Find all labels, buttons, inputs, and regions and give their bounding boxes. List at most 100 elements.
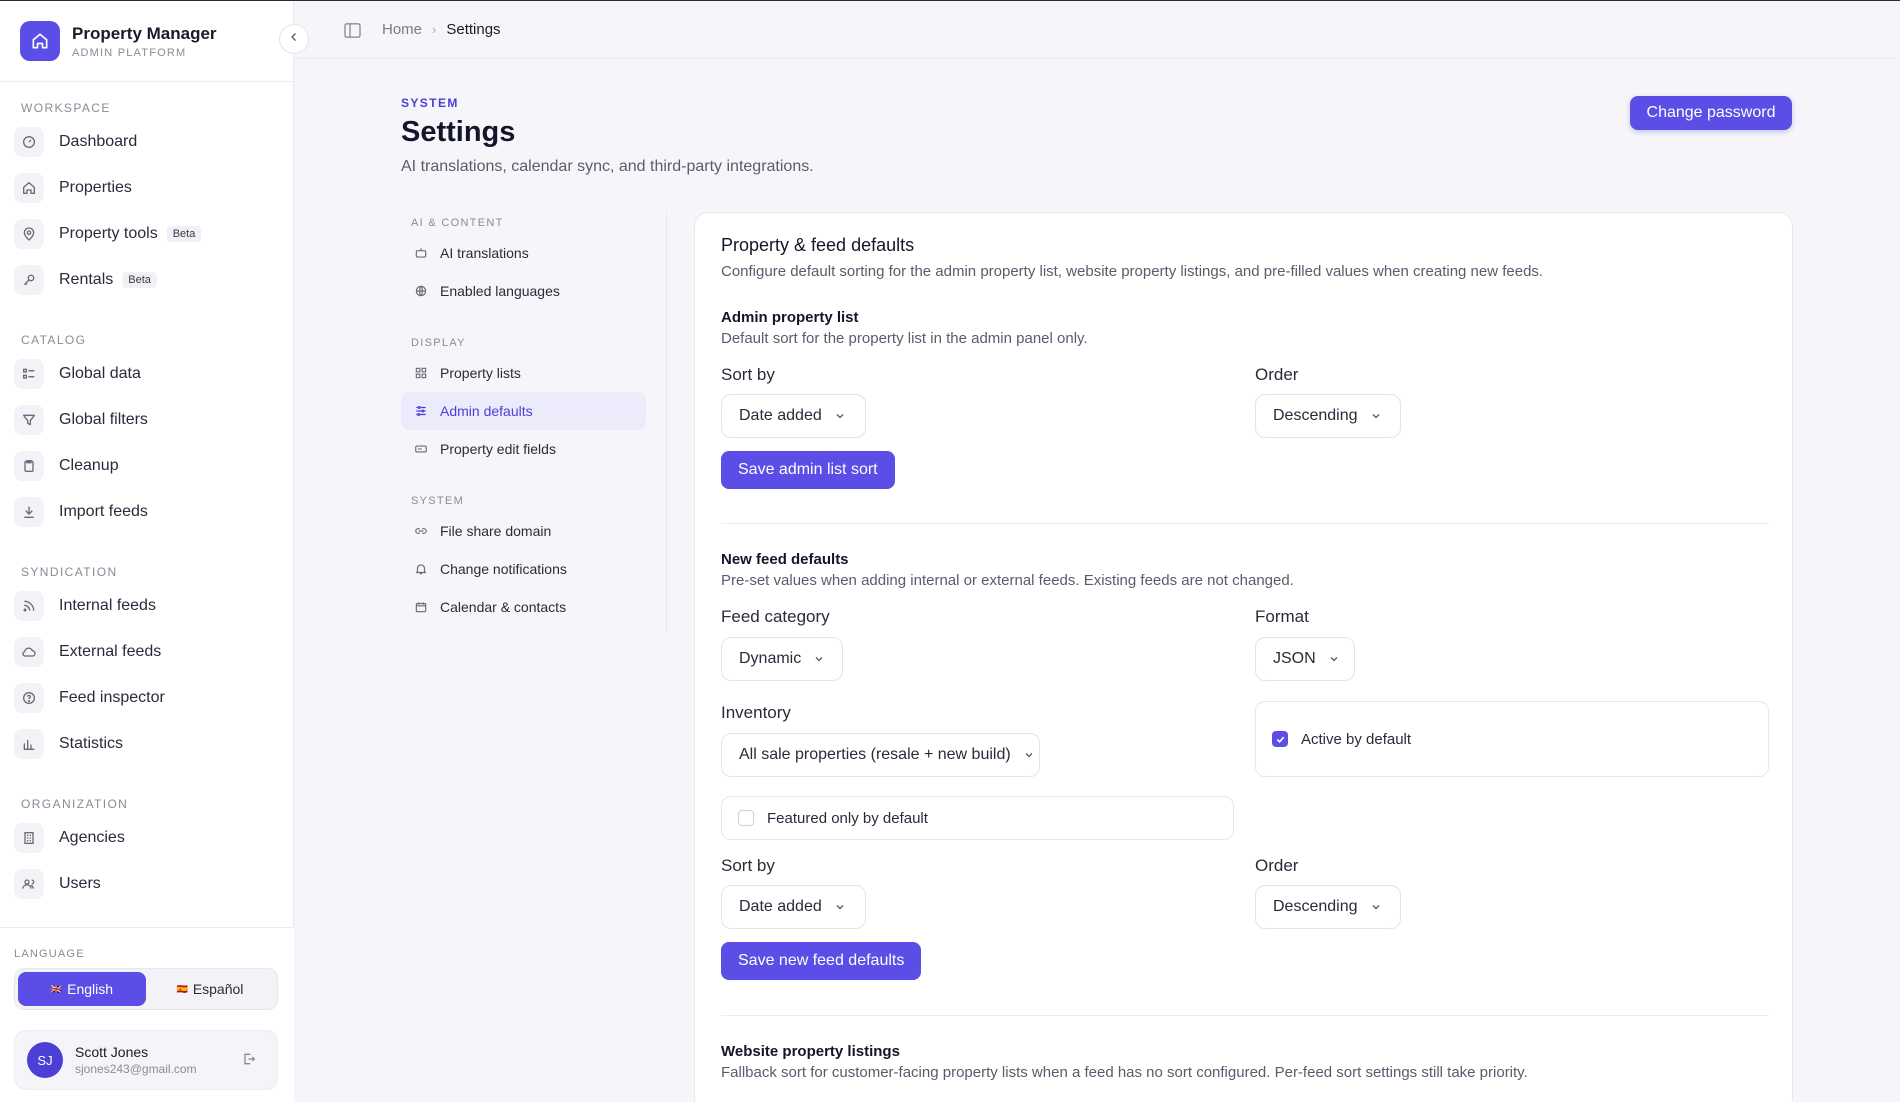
settings-item-calendar-contacts[interactable]: Calendar & contacts [401, 588, 646, 626]
rss-icon [14, 591, 44, 621]
settings-item-label: Enabled languages [440, 283, 560, 299]
feed-category-select[interactable]: Dynamic [721, 637, 843, 681]
home-icon [14, 173, 44, 203]
sliders-icon [413, 404, 429, 418]
settings-item-enabled-languages[interactable]: Enabled languages [401, 272, 646, 310]
divider [0, 81, 294, 82]
settings-item-label: File share domain [440, 523, 552, 539]
settings-item-change-notifications[interactable]: Change notifications [401, 550, 646, 588]
inventory-value: All sale properties (resale + new build) [739, 746, 1011, 763]
divider [666, 212, 667, 632]
home-logo-icon [20, 21, 60, 61]
settings-nav: AI & CONTENT AI translations Enabled lan… [401, 212, 646, 626]
admin-sort-value: Date added [739, 407, 822, 424]
change-password-button[interactable]: Change password [1630, 96, 1792, 130]
user-card[interactable]: SJ Scott Jones sjones243@gmail.com [14, 1030, 278, 1090]
feed-sort-label: Sort by [721, 856, 775, 875]
settings-section-ai-content: AI & CONTENT [411, 217, 504, 229]
sidebar-item-statistics[interactable]: Statistics [12, 721, 282, 767]
robot-icon [413, 246, 429, 260]
inventory-label: Inventory [721, 703, 791, 722]
calendar-icon [413, 600, 429, 614]
nav-section-syndication: SYNDICATION [21, 565, 118, 579]
download-icon [14, 497, 44, 527]
sidebar-item-label: Import feeds [59, 503, 148, 520]
grid-icon [413, 366, 429, 380]
admin-sort-select[interactable]: Date added [721, 394, 866, 438]
sidebar-item-rentals[interactable]: Rentals Beta [12, 257, 282, 303]
sidebar-item-property-tools[interactable]: Property tools Beta [12, 211, 282, 257]
inventory-select[interactable]: All sale properties (resale + new build) [721, 733, 1040, 777]
featured-only-checkbox[interactable] [738, 810, 754, 826]
feed-order-select[interactable]: Descending [1255, 885, 1401, 929]
sidebar-item-internal-feeds[interactable]: Internal feeds [12, 583, 282, 629]
sidebar-item-label: Property tools [59, 225, 158, 242]
bell-icon [413, 562, 429, 576]
language-spanish-button[interactable]: 🇪🇸 Español [146, 972, 274, 1006]
help-circle-icon [14, 683, 44, 713]
sidebar-item-label: Feed inspector [59, 689, 165, 706]
page-eyebrow: SYSTEM [401, 96, 459, 110]
panel-toggle-icon[interactable] [344, 23, 361, 43]
page-title: Settings [401, 116, 516, 148]
new-feed-title: New feed defaults [721, 551, 849, 568]
admin-order-value: Descending [1273, 407, 1358, 424]
breadcrumb: Home › Settings [382, 21, 501, 38]
website-listings-description: Fallback sort for customer-facing proper… [721, 1064, 1528, 1081]
settings-item-label: Calendar & contacts [440, 599, 567, 615]
chevron-down-icon [1370, 901, 1382, 913]
feed-category-value: Dynamic [739, 650, 802, 667]
settings-item-ai-translations[interactable]: AI translations [401, 234, 646, 272]
featured-only-option[interactable]: Featured only by default [721, 796, 1234, 840]
chevron-right-icon: › [432, 22, 437, 37]
gauge-icon [14, 127, 44, 157]
sidebar-item-feed-inspector[interactable]: Feed inspector [12, 675, 282, 721]
active-by-default-option[interactable]: Active by default [1255, 701, 1769, 777]
admin-sort-label: Sort by [721, 365, 775, 384]
feed-sort-value: Date added [739, 898, 822, 915]
form-icon [413, 442, 429, 456]
admin-list-title: Admin property list [721, 309, 859, 326]
settings-item-label: Change notifications [440, 561, 567, 577]
collapse-sidebar-button[interactable] [279, 24, 309, 54]
admin-order-select[interactable]: Descending [1255, 394, 1401, 438]
uk-flag-icon: 🇬🇧 [50, 983, 63, 994]
breadcrumb-home[interactable]: Home [382, 21, 422, 38]
sidebar-item-external-feeds[interactable]: External feeds [12, 629, 282, 675]
sidebar-item-cleanup[interactable]: Cleanup [12, 443, 282, 489]
active-by-default-checkbox[interactable] [1272, 731, 1288, 747]
language-english-button[interactable]: 🇬🇧 English [18, 972, 146, 1006]
sidebar-item-label: Rentals [59, 271, 114, 288]
feed-sort-select[interactable]: Date added [721, 885, 866, 929]
sidebar-item-import-feeds[interactable]: Import feeds [12, 489, 282, 535]
save-new-feed-defaults-button[interactable]: Save new feed defaults [721, 942, 922, 980]
feed-order-value: Descending [1273, 898, 1358, 915]
user-name: Scott Jones [75, 1044, 149, 1060]
logout-icon[interactable] [241, 1051, 257, 1072]
sidebar-item-dashboard[interactable]: Dashboard [12, 119, 282, 165]
chevron-down-icon [813, 653, 825, 665]
sidebar-item-label: Global data [59, 365, 141, 382]
sidebar-item-global-filters[interactable]: Global filters [12, 397, 282, 443]
beta-badge: Beta [166, 226, 202, 242]
sidebar-item-agencies[interactable]: Agencies [12, 815, 282, 861]
users-icon [14, 869, 44, 899]
sidebar-item-users[interactable]: Users [12, 861, 282, 907]
list-icon [14, 359, 44, 389]
sidebar-item-global-data[interactable]: Global data [12, 351, 282, 397]
brand-title: Property Manager [72, 23, 217, 43]
settings-item-label: Property lists [440, 365, 521, 381]
settings-item-admin-defaults[interactable]: Admin defaults [401, 392, 646, 430]
settings-item-file-share-domain[interactable]: File share domain [401, 512, 646, 550]
nav-section-catalog: CATALOG [21, 333, 87, 347]
settings-item-label: Admin defaults [440, 403, 533, 419]
format-select[interactable]: JSON [1255, 637, 1355, 681]
language-english-label: English [67, 981, 114, 997]
avatar: SJ [27, 1042, 63, 1078]
settings-item-property-edit-fields[interactable]: Property edit fields [401, 430, 646, 468]
sidebar-item-properties[interactable]: Properties [12, 165, 282, 211]
spain-flag-icon: 🇪🇸 [176, 983, 188, 994]
save-admin-list-sort-button[interactable]: Save admin list sort [721, 451, 895, 489]
brand[interactable]: Property Manager ADMIN PLATFORM [20, 21, 217, 61]
settings-item-property-lists[interactable]: Property lists [401, 354, 646, 392]
